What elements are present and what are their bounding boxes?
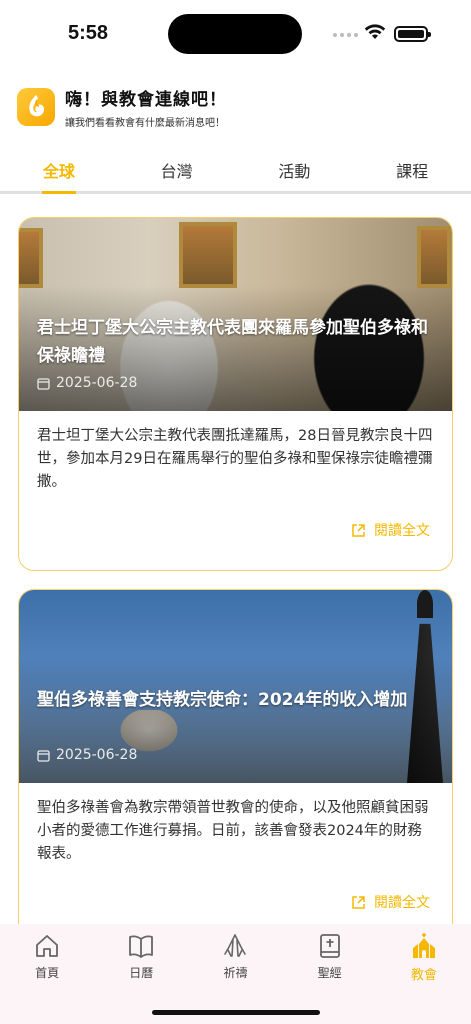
news-card-date-text: 2025-06-28 [56, 375, 138, 391]
status-bar: 5:58 [0, 0, 471, 70]
tab-events[interactable]: 活動 [236, 150, 354, 191]
bottom-nav: 首頁 日曆 祈禱 聖經 教會 [0, 924, 471, 1024]
news-card-image: 君士坦丁堡大公宗主教代表團來羅馬參加聖伯多祿和保祿瞻禮 2025-06-28 [19, 218, 452, 411]
external-link-icon [352, 895, 365, 909]
news-card-image: 聖伯多祿善會支持教宗使命：2024年的收入增加 2025-06-28 [19, 590, 452, 783]
app-header: 嗨！與教會連線吧！ 讓我們看看教會有什麼最新消息吧！ [17, 85, 227, 129]
news-card[interactable]: 君士坦丁堡大公宗主教代表團來羅馬參加聖伯多祿和保祿瞻禮 2025-06-28 君… [18, 217, 453, 571]
news-card-summary: 聖伯多祿善會為教宗帶領普世教會的使命，以及他照顧貧困弱小者的愛德工作進行募捐。日… [37, 800, 429, 862]
category-tabs: 全球 台灣 活動 課程 [0, 150, 471, 194]
pray-icon [224, 934, 247, 957]
book-icon [129, 935, 154, 958]
news-card[interactable]: 聖伯多祿善會支持教宗使命：2024年的收入增加 2025-06-28 聖伯多祿善… [18, 589, 453, 943]
wifi-icon [364, 24, 386, 39]
nav-home[interactable]: 首頁 [0, 924, 94, 1024]
tab-global[interactable]: 全球 [0, 150, 118, 194]
nav-prayer[interactable]: 祈禱 [188, 924, 282, 1024]
news-card-title: 君士坦丁堡大公宗主教代表團來羅馬參加聖伯多祿和保祿瞻禮 [37, 318, 428, 366]
nav-home-label: 首頁 [35, 966, 60, 980]
nav-church-label: 教會 [410, 968, 437, 983]
bible-icon [319, 934, 340, 958]
read-more-label: 閱讀全文 [374, 523, 430, 539]
nav-calendar[interactable]: 日曆 [94, 924, 188, 1024]
calendar-icon [37, 749, 50, 762]
calendar-icon [37, 377, 50, 390]
status-time: 5:58 [68, 22, 109, 44]
app-logo [17, 88, 55, 126]
news-card-date: 2025-06-28 [37, 375, 137, 391]
tab-taiwan[interactable]: 台灣 [118, 150, 236, 191]
external-link-icon [352, 523, 365, 537]
news-feed: 君士坦丁堡大公宗主教代表團來羅馬參加聖伯多祿和保祿瞻禮 2025-06-28 君… [18, 217, 453, 961]
home-icon [36, 935, 58, 957]
read-more-label: 閱讀全文 [374, 895, 430, 911]
news-card-title: 聖伯多祿善會支持教宗使命：2024年的收入增加 [37, 690, 408, 710]
read-more-link[interactable]: 閱讀全文 [19, 506, 452, 570]
page-title: 嗨！與教會連線吧！ [65, 90, 227, 110]
nav-bible-label: 聖經 [317, 966, 342, 980]
church-icon [412, 933, 435, 958]
news-card-date-text: 2025-06-28 [56, 747, 138, 763]
home-indicator [152, 1010, 320, 1015]
nav-bible[interactable]: 聖經 [283, 924, 377, 1024]
nav-church[interactable]: 教會 [377, 924, 471, 1024]
battery-icon [394, 26, 431, 42]
cellular-signal-icon [333, 33, 358, 37]
news-card-summary: 君士坦丁堡大公宗主教代表團抵達羅馬，28日晉見教宗良十四世，參加本月29日在羅馬… [37, 428, 433, 490]
news-card-date: 2025-06-28 [37, 747, 137, 763]
page-subtitle: 讓我們看看教會有什麼最新消息吧！ [65, 118, 225, 129]
tab-courses[interactable]: 課程 [353, 150, 471, 191]
dynamic-island [168, 14, 302, 54]
nav-prayer-label: 祈禱 [223, 966, 248, 980]
nav-calendar-label: 日曆 [129, 966, 154, 980]
